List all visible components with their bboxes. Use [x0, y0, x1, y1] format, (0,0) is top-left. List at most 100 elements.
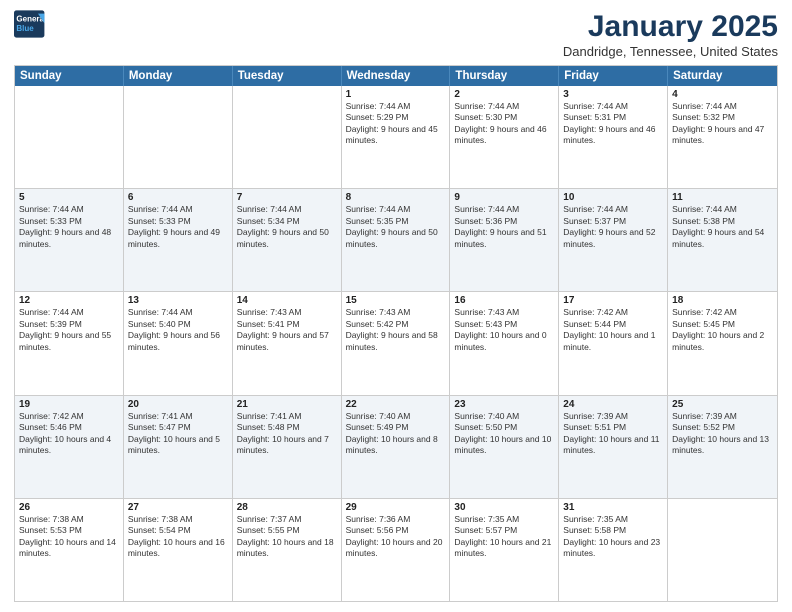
day-info: Sunrise: 7:43 AM Sunset: 5:42 PM Dayligh…: [346, 307, 446, 353]
day-info: Sunrise: 7:44 AM Sunset: 5:32 PM Dayligh…: [672, 101, 773, 147]
day-number: 27: [128, 502, 228, 513]
calendar-cell: [124, 86, 233, 188]
day-info: Sunrise: 7:44 AM Sunset: 5:38 PM Dayligh…: [672, 204, 773, 250]
calendar-cell: 9Sunrise: 7:44 AM Sunset: 5:36 PM Daylig…: [450, 189, 559, 291]
day-info: Sunrise: 7:44 AM Sunset: 5:33 PM Dayligh…: [19, 204, 119, 250]
calendar-cell: 21Sunrise: 7:41 AM Sunset: 5:48 PM Dayli…: [233, 396, 342, 498]
calendar-cell: 1Sunrise: 7:44 AM Sunset: 5:29 PM Daylig…: [342, 86, 451, 188]
day-info: Sunrise: 7:41 AM Sunset: 5:48 PM Dayligh…: [237, 411, 337, 457]
day-info: Sunrise: 7:43 AM Sunset: 5:41 PM Dayligh…: [237, 307, 337, 353]
day-number: 5: [19, 192, 119, 203]
calendar-cell: 7Sunrise: 7:44 AM Sunset: 5:34 PM Daylig…: [233, 189, 342, 291]
day-info: Sunrise: 7:44 AM Sunset: 5:37 PM Dayligh…: [563, 204, 663, 250]
day-info: Sunrise: 7:43 AM Sunset: 5:43 PM Dayligh…: [454, 307, 554, 353]
calendar-header: SundayMondayTuesdayWednesdayThursdayFrid…: [15, 66, 777, 86]
day-number: 25: [672, 399, 773, 410]
month-title: January 2025: [563, 10, 778, 44]
logo: General Blue: [14, 10, 46, 38]
day-number: 22: [346, 399, 446, 410]
day-info: Sunrise: 7:42 AM Sunset: 5:45 PM Dayligh…: [672, 307, 773, 353]
calendar: SundayMondayTuesdayWednesdayThursdayFrid…: [14, 65, 778, 602]
day-number: 16: [454, 295, 554, 306]
day-number: 19: [19, 399, 119, 410]
day-number: 29: [346, 502, 446, 513]
calendar-cell: 11Sunrise: 7:44 AM Sunset: 5:38 PM Dayli…: [668, 189, 777, 291]
day-number: 28: [237, 502, 337, 513]
day-info: Sunrise: 7:39 AM Sunset: 5:52 PM Dayligh…: [672, 411, 773, 457]
day-number: 26: [19, 502, 119, 513]
day-info: Sunrise: 7:39 AM Sunset: 5:51 PM Dayligh…: [563, 411, 663, 457]
day-info: Sunrise: 7:38 AM Sunset: 5:54 PM Dayligh…: [128, 514, 228, 560]
day-info: Sunrise: 7:44 AM Sunset: 5:33 PM Dayligh…: [128, 204, 228, 250]
day-number: 3: [563, 89, 663, 100]
day-info: Sunrise: 7:42 AM Sunset: 5:46 PM Dayligh…: [19, 411, 119, 457]
day-number: 30: [454, 502, 554, 513]
day-number: 21: [237, 399, 337, 410]
day-info: Sunrise: 7:40 AM Sunset: 5:50 PM Dayligh…: [454, 411, 554, 457]
day-number: 23: [454, 399, 554, 410]
calendar-row: 19Sunrise: 7:42 AM Sunset: 5:46 PM Dayli…: [15, 396, 777, 499]
day-number: 11: [672, 192, 773, 203]
day-number: 10: [563, 192, 663, 203]
header: General Blue January 2025 Dandridge, Ten…: [14, 10, 778, 59]
calendar-cell: 27Sunrise: 7:38 AM Sunset: 5:54 PM Dayli…: [124, 499, 233, 601]
day-info: Sunrise: 7:35 AM Sunset: 5:58 PM Dayligh…: [563, 514, 663, 560]
svg-text:Blue: Blue: [16, 24, 34, 33]
calendar-cell: 28Sunrise: 7:37 AM Sunset: 5:55 PM Dayli…: [233, 499, 342, 601]
day-info: Sunrise: 7:44 AM Sunset: 5:34 PM Dayligh…: [237, 204, 337, 250]
calendar-cell: 8Sunrise: 7:44 AM Sunset: 5:35 PM Daylig…: [342, 189, 451, 291]
logo-icon: General Blue: [14, 10, 46, 38]
weekday-header: Thursday: [450, 66, 559, 86]
day-number: 1: [346, 89, 446, 100]
calendar-row: 1Sunrise: 7:44 AM Sunset: 5:29 PM Daylig…: [15, 86, 777, 189]
calendar-cell: 22Sunrise: 7:40 AM Sunset: 5:49 PM Dayli…: [342, 396, 451, 498]
day-number: 9: [454, 192, 554, 203]
day-info: Sunrise: 7:35 AM Sunset: 5:57 PM Dayligh…: [454, 514, 554, 560]
calendar-cell: [15, 86, 124, 188]
day-info: Sunrise: 7:42 AM Sunset: 5:44 PM Dayligh…: [563, 307, 663, 353]
day-number: 24: [563, 399, 663, 410]
calendar-cell: 16Sunrise: 7:43 AM Sunset: 5:43 PM Dayli…: [450, 292, 559, 394]
day-number: 14: [237, 295, 337, 306]
day-info: Sunrise: 7:44 AM Sunset: 5:30 PM Dayligh…: [454, 101, 554, 147]
calendar-cell: 10Sunrise: 7:44 AM Sunset: 5:37 PM Dayli…: [559, 189, 668, 291]
day-info: Sunrise: 7:40 AM Sunset: 5:49 PM Dayligh…: [346, 411, 446, 457]
day-number: 20: [128, 399, 228, 410]
day-info: Sunrise: 7:44 AM Sunset: 5:35 PM Dayligh…: [346, 204, 446, 250]
calendar-cell: [668, 499, 777, 601]
calendar-cell: 13Sunrise: 7:44 AM Sunset: 5:40 PM Dayli…: [124, 292, 233, 394]
calendar-cell: 26Sunrise: 7:38 AM Sunset: 5:53 PM Dayli…: [15, 499, 124, 601]
calendar-cell: 31Sunrise: 7:35 AM Sunset: 5:58 PM Dayli…: [559, 499, 668, 601]
day-info: Sunrise: 7:38 AM Sunset: 5:53 PM Dayligh…: [19, 514, 119, 560]
day-info: Sunrise: 7:44 AM Sunset: 5:39 PM Dayligh…: [19, 307, 119, 353]
day-number: 12: [19, 295, 119, 306]
page: General Blue January 2025 Dandridge, Ten…: [0, 0, 792, 612]
calendar-cell: 17Sunrise: 7:42 AM Sunset: 5:44 PM Dayli…: [559, 292, 668, 394]
day-number: 4: [672, 89, 773, 100]
day-info: Sunrise: 7:37 AM Sunset: 5:55 PM Dayligh…: [237, 514, 337, 560]
day-info: Sunrise: 7:44 AM Sunset: 5:31 PM Dayligh…: [563, 101, 663, 147]
calendar-cell: 20Sunrise: 7:41 AM Sunset: 5:47 PM Dayli…: [124, 396, 233, 498]
calendar-cell: 18Sunrise: 7:42 AM Sunset: 5:45 PM Dayli…: [668, 292, 777, 394]
day-number: 17: [563, 295, 663, 306]
weekday-header: Friday: [559, 66, 668, 86]
calendar-row: 26Sunrise: 7:38 AM Sunset: 5:53 PM Dayli…: [15, 499, 777, 601]
calendar-cell: 24Sunrise: 7:39 AM Sunset: 5:51 PM Dayli…: [559, 396, 668, 498]
calendar-row: 5Sunrise: 7:44 AM Sunset: 5:33 PM Daylig…: [15, 189, 777, 292]
day-number: 7: [237, 192, 337, 203]
day-info: Sunrise: 7:44 AM Sunset: 5:40 PM Dayligh…: [128, 307, 228, 353]
calendar-cell: 29Sunrise: 7:36 AM Sunset: 5:56 PM Dayli…: [342, 499, 451, 601]
calendar-cell: 19Sunrise: 7:42 AM Sunset: 5:46 PM Dayli…: [15, 396, 124, 498]
day-info: Sunrise: 7:36 AM Sunset: 5:56 PM Dayligh…: [346, 514, 446, 560]
day-number: 18: [672, 295, 773, 306]
weekday-header: Wednesday: [342, 66, 451, 86]
calendar-cell: 25Sunrise: 7:39 AM Sunset: 5:52 PM Dayli…: [668, 396, 777, 498]
weekday-header: Sunday: [15, 66, 124, 86]
weekday-header: Monday: [124, 66, 233, 86]
day-info: Sunrise: 7:41 AM Sunset: 5:47 PM Dayligh…: [128, 411, 228, 457]
weekday-header: Saturday: [668, 66, 777, 86]
calendar-body: 1Sunrise: 7:44 AM Sunset: 5:29 PM Daylig…: [15, 86, 777, 601]
title-block: January 2025 Dandridge, Tennessee, Unite…: [563, 10, 778, 59]
weekday-header: Tuesday: [233, 66, 342, 86]
calendar-cell: 30Sunrise: 7:35 AM Sunset: 5:57 PM Dayli…: [450, 499, 559, 601]
